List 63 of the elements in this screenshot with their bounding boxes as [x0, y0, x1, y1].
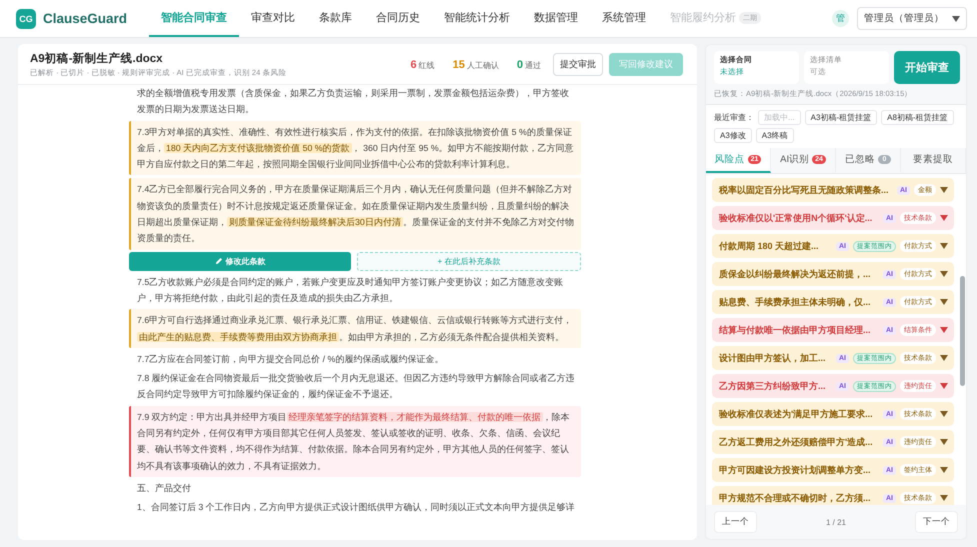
clause-text: 7.8 履约保证金在合同物资最后一批交货验收后一个月内无息退还。但因乙方违约导致甲方解除合同或者乙方违反合同约定导致甲方可扣除履约保证金的，履约保证金不予退还。	[136, 372, 576, 402]
document-title: A9初稿-新制生产线.docx	[30, 51, 164, 66]
risk-title: 贴息费、手续费承担主体未明确，仅...	[719, 296, 872, 308]
stat-label: 人工确认	[466, 60, 499, 70]
caret-icon	[940, 355, 948, 361]
nav-tab[interactable]: 系统管理	[590, 0, 658, 37]
risk-title: 付款周期 180 天超过建...	[719, 240, 820, 252]
recent-chip[interactable]: A8初稿-租赁挂篮	[881, 110, 954, 125]
risk-title: 质保金以纠纷最终解决为返还前提，...	[719, 268, 872, 280]
user-select[interactable]: 管理员（管理员）	[857, 7, 967, 30]
flagged-clause[interactable]: 7.4乙方已全部履行完合同义务的，甲方在质量保证期满后三个月内，确认无任何质量问题（但并不解除乙方对物资该负的质量责任）时不计息按规定返还质量保证金。如在质量保证期内发生质量纠纷，且质量纠纷的解决日期超出质量保证期， 则质量保证金待纠纷最终解决后30日内付清 。质量保证金的支付并不免除乙方对交付物资质量的责任。	[129, 178, 581, 250]
risk-title: 设计图由甲方签认，加工...	[719, 352, 827, 364]
clause-text: 7.7乙方应在合同签订前，向甲方提交合同总价 / %的履约保函或履约保证金。	[136, 352, 444, 366]
risk-title: 结算与付款唯一依据由甲方项目经理...	[719, 324, 872, 336]
flagged-clause[interactable]: 7.3甲方对单据的真实性、准确性、有效性进行核实后，作为支付的依据。在扣除该批物资价值 5 %的质量保证金后， 180 天内向乙方支付该批物资价值 50 %的货款 ， 360 日内付至 95 %。如甲方不能按期付款，乙方同意甲方自应付款之日的第二年起，按照同期全国银行业间同业拆借中心公布的贷款利率计算利息。	[129, 120, 581, 176]
stat-count: 0	[516, 58, 523, 70]
risk-title: 甲方可因建设方投资计划调整单方变...	[719, 464, 872, 476]
risk-title: 乙方因第三方纠纷致甲方...	[719, 380, 827, 392]
risk-title: 验收标准仅表述为'满足甲方施工要求...	[719, 408, 874, 420]
nav-tab[interactable]: 合同历史	[364, 0, 432, 37]
pencil-icon	[214, 257, 222, 266]
caret-icon	[940, 215, 948, 221]
recent-label: 最近审查：	[714, 112, 754, 123]
submit-button[interactable]: 提交审批	[553, 53, 603, 76]
risk-title: 税率以固定百分比写死且无随政策调整条...	[719, 184, 890, 196]
scrollbar-thumb[interactable]	[960, 276, 964, 386]
clause-text: 五、产品交付	[136, 482, 192, 495]
stat-count: 6	[410, 58, 417, 70]
recent-chip[interactable]: A3终稿	[756, 128, 794, 143]
caret-icon	[940, 383, 948, 389]
recent-chip[interactable]: A3初稿-租赁挂篮	[804, 110, 878, 125]
flagged-clause[interactable]: 7.6甲方可自行选择通过商业承兑汇票、银行承兑汇票、信用证、铁建银信、云信或银行转账等方式进行支付， 由此产生的贴息费、手续费等费用由双方协商承担 。如由甲方承担的，乙方必须无条件配合提供相关资料。	[129, 309, 581, 348]
risk-title: 甲方规范不合理或不确切时，乙方须...	[719, 492, 872, 504]
next-button[interactable]: 下一个	[914, 511, 958, 533]
caret-icon	[940, 327, 948, 333]
caret-icon	[940, 467, 948, 473]
nav-tab[interactable]: 智能统计分析	[432, 0, 522, 37]
caret-icon	[940, 243, 948, 249]
stat-count: 15	[452, 58, 465, 70]
nav-tab[interactable]: 审查对比	[239, 0, 308, 37]
risk-title: 验收标准仅以'正常使用N个循环'认定...	[719, 212, 874, 224]
flagged-clause[interactable]: 7.9 双方约定：甲方出具并经甲方项目 经理亲笔签字的结算资料，才能作为最终结算、付款的唯一依据 ，除本合同另有约定外，任何仅有甲方项目部其它任何人员签发、签认或签收的证明、收条、欠条、信函、会议纪要、确认书等文件资料，均不得作为结算、付款依据。除本合同另有约定外，甲方其他人员的任何签字、签认均不具有该事项确认的效力，不具有证据效力。	[129, 406, 581, 477]
caret-icon	[952, 16, 960, 22]
logo-mark: CG	[16, 8, 36, 28]
caret-icon	[940, 187, 948, 193]
caret-icon	[940, 439, 948, 445]
stat-label: 通过	[525, 60, 541, 70]
clause-text: 求的全额增值税专用发票（含质保金，如果乙方负责运输，则采用一票制，发票金额包括运杂费），甲方签收发票的日期为发票送达日期。	[136, 87, 570, 116]
stat-label: 红线	[418, 60, 435, 70]
nav-tab[interactable]: 条款库	[307, 0, 364, 37]
clause-text: 1、合同签订后 3 个工作日内，乙方向甲方提供正式设计图纸供甲方确认，同时须以正式文本向甲方提供足够详	[136, 501, 576, 514]
caret-icon	[940, 411, 948, 417]
caret-icon	[940, 299, 948, 305]
brand-name: ClauseGuard	[43, 11, 128, 26]
clause-text: 7.5乙方收款账户必须是合同约定的账户，若账户变更应及时通知甲方签订账户变更协议；如乙方随意改变账户，甲方将拒绝付款，由此引起的责任及造成的损失由乙方承担。	[136, 276, 564, 305]
caret-icon	[940, 271, 948, 277]
caret-icon	[940, 495, 948, 501]
recent-chip[interactable]: A3修改	[714, 128, 752, 143]
risk-title: 乙方返工费用之外还须赔偿甲方'造成...	[719, 436, 874, 448]
nav-tab[interactable]: 数据管理	[522, 0, 590, 37]
panel-tab[interactable]: 要素提取	[901, 148, 966, 173]
prev-button[interactable]: 上一个	[714, 511, 757, 533]
page-indicator: 1 / 21	[826, 518, 846, 526]
